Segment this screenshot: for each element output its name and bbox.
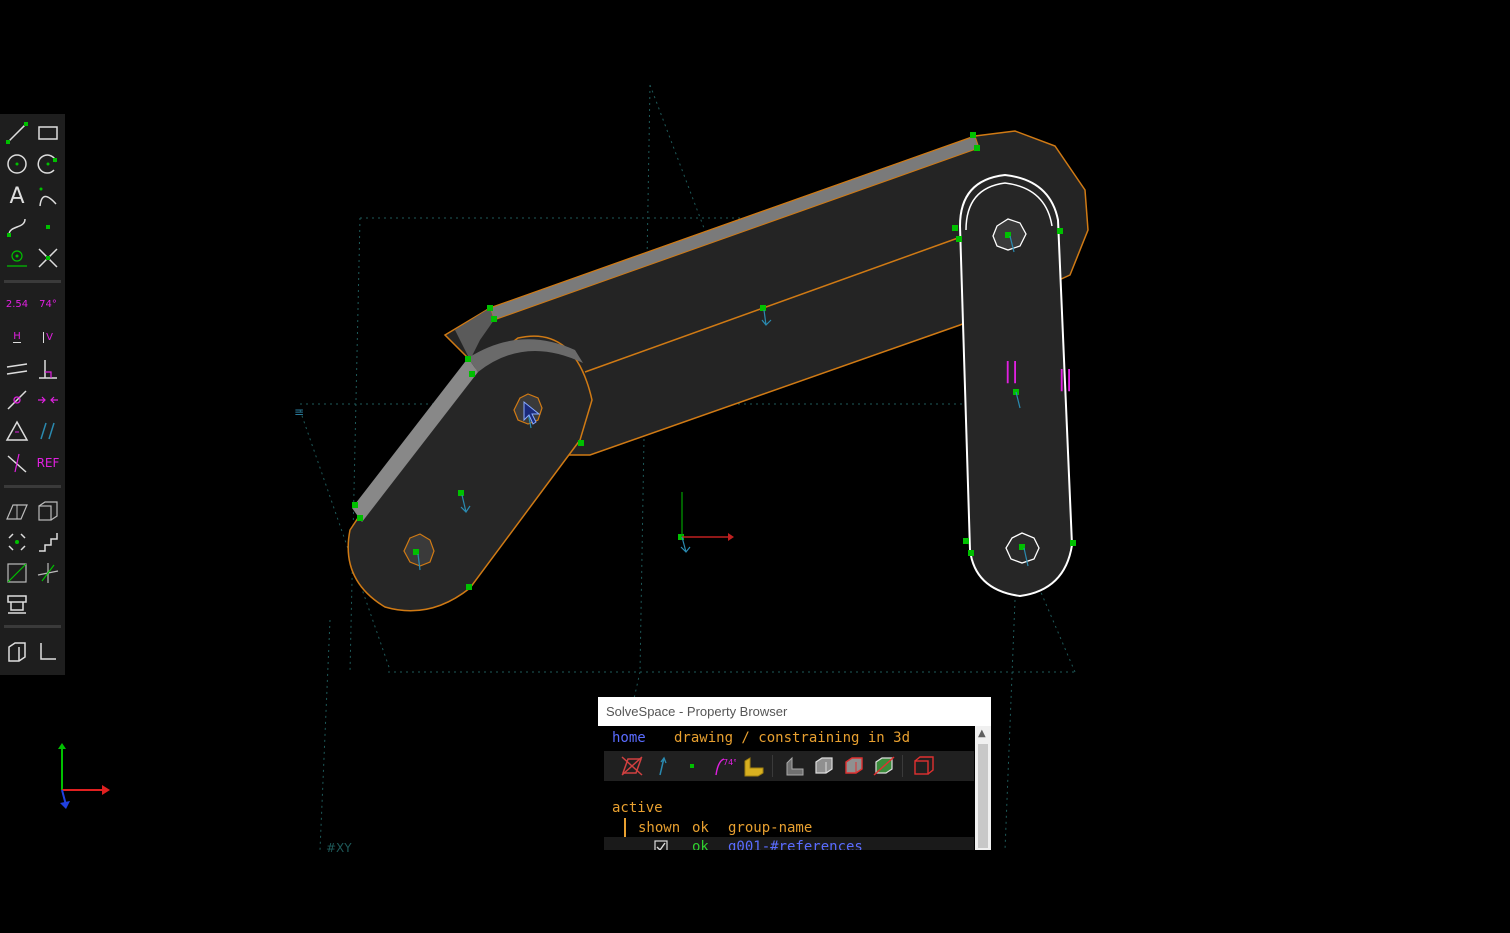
- text-tool-label: A: [9, 183, 25, 209]
- hidden-lines-icon[interactable]: [912, 755, 936, 777]
- vertical-scrollbar[interactable]: ▲: [975, 726, 991, 850]
- section-label-active: active: [612, 800, 663, 816]
- horizontal-icon[interactable]: H: [3, 323, 31, 351]
- spline-icon[interactable]: [3, 213, 31, 241]
- ref-icon[interactable]: REF: [34, 449, 62, 477]
- point-icon[interactable]: [34, 213, 62, 241]
- rectangle-icon[interactable]: [34, 119, 62, 147]
- toolbar-separator: [4, 280, 61, 283]
- distance-tool-label: 2.54: [5, 298, 29, 310]
- window-title-bar[interactable]: SolveSpace - Property Browser: [598, 697, 991, 726]
- workplane-label: #XY: [326, 841, 352, 855]
- show-normals-icon[interactable]: [650, 755, 674, 777]
- right-link-solid[interactable]: || ||: [958, 173, 1074, 598]
- shown-checkbox[interactable]: [654, 840, 668, 850]
- point-on-line-icon[interactable]: [3, 386, 31, 414]
- ref-tool-label: REF: [36, 456, 60, 470]
- svg-text:74°: 74°: [723, 758, 736, 767]
- show-points-icon[interactable]: [680, 755, 704, 777]
- equal-icon[interactable]: [3, 417, 31, 445]
- workplane-icon[interactable]: [3, 497, 31, 525]
- shaded-icon[interactable]: [782, 755, 806, 777]
- construction-icon[interactable]: [3, 244, 31, 272]
- icon-separator: [772, 755, 773, 777]
- icon-separator: [902, 755, 903, 777]
- group-name-link[interactable]: g001-#references: [728, 839, 863, 850]
- window-title: SolveSpace - Property Browser: [606, 704, 788, 719]
- toolbar-separator: [4, 485, 61, 488]
- other-icon[interactable]: [3, 449, 31, 477]
- link-icon[interactable]: [3, 590, 31, 618]
- axis-marker-left: ≡: [294, 405, 304, 419]
- svg-text:||: ||: [1058, 367, 1073, 392]
- lathe-icon[interactable]: [3, 528, 31, 556]
- property-browser-body: home drawing / constraining in 3d 74° ac…: [598, 726, 975, 850]
- tangent-arc-icon[interactable]: [34, 182, 62, 210]
- distance-icon[interactable]: 2.54: [3, 290, 31, 318]
- tool-palette: A 2.54 74° H V REF: [0, 114, 65, 675]
- step-translate-icon[interactable]: [3, 559, 31, 587]
- view-orientation-axes: [58, 743, 110, 809]
- assemble-icon[interactable]: [3, 637, 31, 665]
- line-icon[interactable]: [3, 119, 31, 147]
- left-link-solid[interactable]: [347, 335, 593, 612]
- view-options-bar: 74°: [604, 751, 974, 781]
- angle-tool-label: 74°: [39, 298, 57, 310]
- vertical-icon[interactable]: V: [34, 323, 62, 351]
- outlines-icon[interactable]: [842, 755, 866, 777]
- table-row[interactable]: ok g001-#references: [604, 837, 974, 850]
- show-constraints-icon[interactable]: 74°: [712, 755, 736, 777]
- mesh-icon[interactable]: [872, 755, 896, 777]
- scroll-up-icon[interactable]: ▲: [978, 728, 986, 739]
- sketch-3d-icon[interactable]: [34, 559, 62, 587]
- angle-icon[interactable]: 74°: [34, 290, 62, 318]
- svg-text:||: ||: [1004, 359, 1019, 384]
- show-faces-icon[interactable]: [742, 755, 766, 777]
- perpendicular-icon[interactable]: [34, 355, 62, 383]
- vertical-tool-label: V: [43, 331, 53, 343]
- origin-axes: [680, 492, 734, 553]
- property-browser-window: SolveSpace - Property Browser home drawi…: [598, 697, 991, 850]
- orientation-icon[interactable]: [34, 417, 62, 445]
- split-icon[interactable]: [34, 244, 62, 272]
- symmetric-icon[interactable]: [34, 386, 62, 414]
- column-header-shown: shown: [638, 820, 681, 836]
- group-status: ok: [692, 839, 709, 850]
- extrude-icon[interactable]: [34, 497, 62, 525]
- part-icon[interactable]: [34, 637, 62, 665]
- text-icon[interactable]: A: [3, 182, 31, 210]
- column-header-group-name: group-name: [728, 820, 813, 836]
- circle-icon[interactable]: [3, 150, 31, 178]
- column-header-ok: ok: [692, 820, 709, 836]
- arc-icon[interactable]: [34, 150, 62, 178]
- horizontal-tool-label: H: [13, 331, 21, 343]
- toolbar-separator: [4, 625, 61, 628]
- home-link[interactable]: home: [612, 730, 646, 746]
- page-title: drawing / constraining in 3d: [674, 730, 911, 746]
- hide-workplanes-icon[interactable]: [620, 755, 644, 777]
- scrollbar-thumb[interactable]: [978, 744, 988, 848]
- edges-icon[interactable]: [812, 755, 836, 777]
- parallel-icon[interactable]: [3, 355, 31, 383]
- step-rotate-icon[interactable]: [34, 528, 62, 556]
